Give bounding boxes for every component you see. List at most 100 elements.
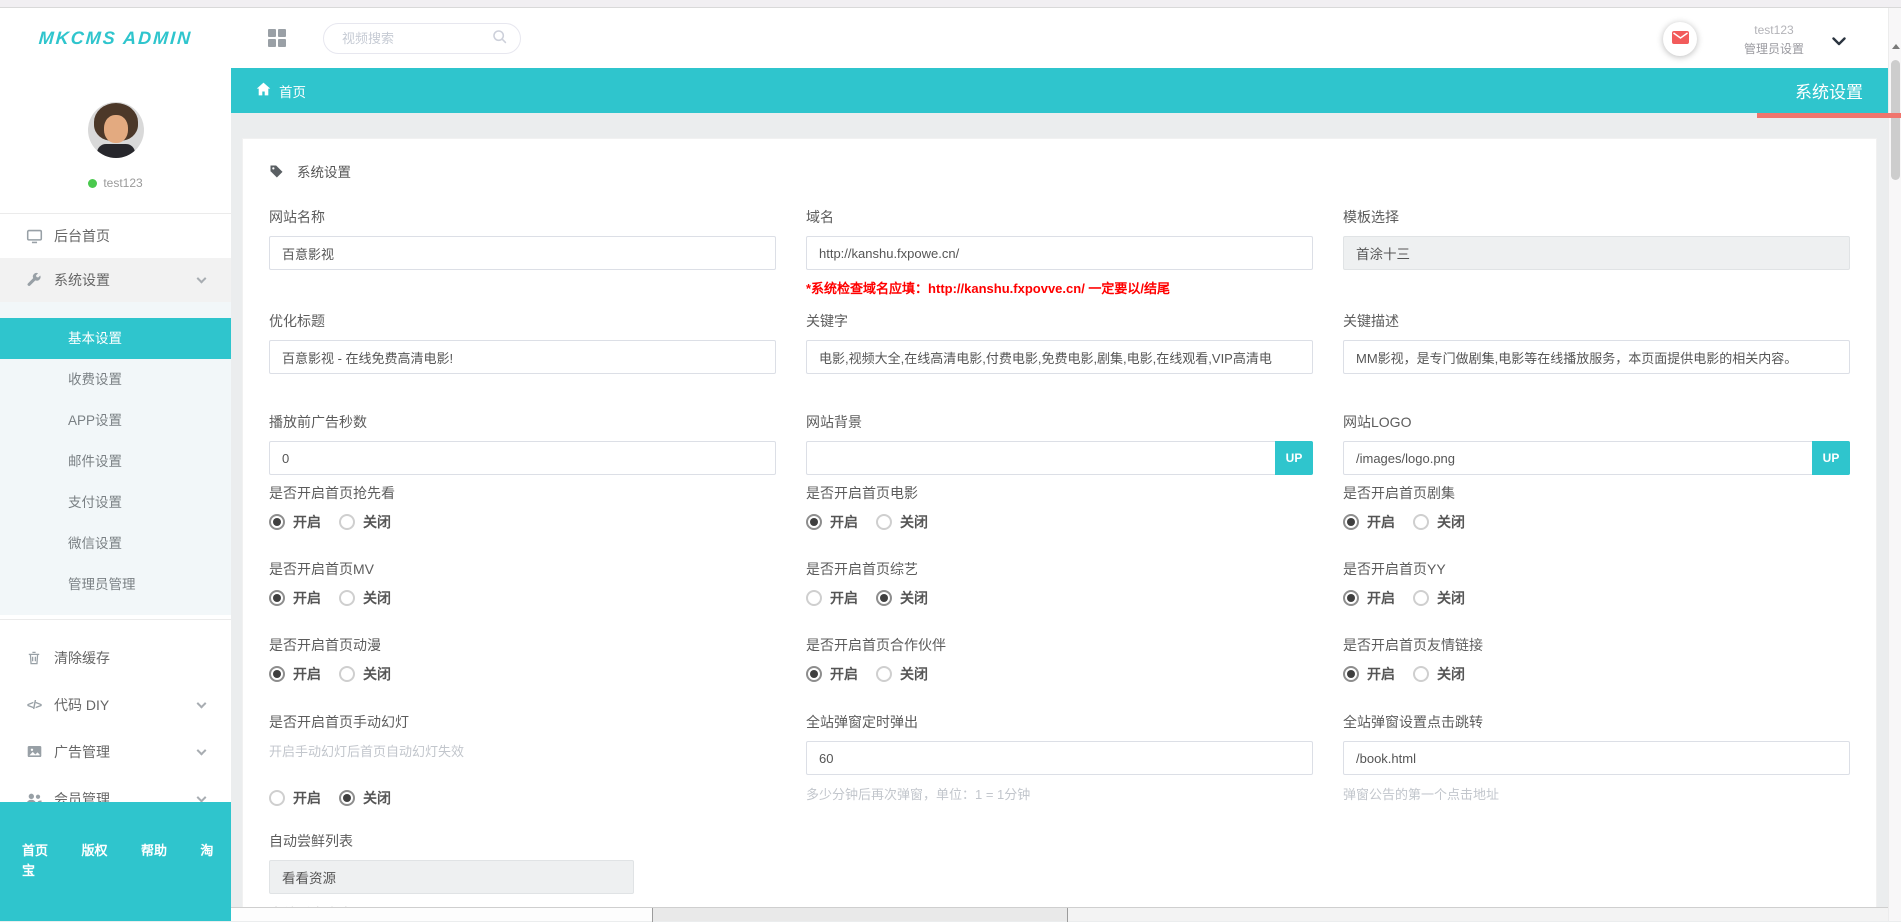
field-label: 是否开启首页动漫	[269, 635, 776, 655]
radio-off-label[interactable]: 关闭	[900, 588, 928, 608]
field-label: 网站背景	[806, 412, 1313, 432]
radio-on[interactable]	[269, 590, 285, 606]
radio-off[interactable]	[876, 666, 892, 682]
radio-on[interactable]	[806, 514, 822, 530]
footer-link-help[interactable]: 帮助	[141, 843, 167, 858]
radio-on-label[interactable]: 开启	[293, 788, 321, 808]
radio-on[interactable]	[1343, 590, 1359, 606]
seo-title-input[interactable]	[269, 340, 776, 374]
field-site-bg: 网站背景 UP	[806, 412, 1313, 475]
radio-off[interactable]	[339, 514, 355, 530]
breadcrumb-bar: 首页 系统设置	[231, 68, 1888, 113]
field-hint: 开启手动幻灯后首页自动幻灯失效	[269, 741, 776, 760]
radio-off[interactable]	[339, 666, 355, 682]
radio-off-label[interactable]: 关闭	[363, 788, 391, 808]
trash-icon	[25, 649, 43, 667]
sidebar-item-label: 系统设置	[54, 270, 110, 290]
submenu-item-admin-manage[interactable]: 管理员管理	[0, 564, 231, 605]
radio-on-label[interactable]: 开启	[1367, 588, 1395, 608]
radio-off[interactable]	[1413, 590, 1429, 606]
form-row: 是否开启首页手动幻灯 开启手动幻灯后首页自动幻灯失效 开启 关闭 全站弹窗定时弹…	[269, 712, 1850, 808]
user-menu[interactable]: test123 管理员设置	[1744, 23, 1804, 57]
site-bg-input[interactable]	[806, 441, 1313, 475]
field-label: 是否开启首页合作伙伴	[806, 635, 1313, 655]
scrollbar-thumb[interactable]	[1891, 60, 1900, 180]
sidebar-item-system-settings[interactable]: 系统设置	[0, 258, 231, 302]
radio-off-label[interactable]: 关闭	[900, 512, 928, 532]
field-label: 是否开启首页手动幻灯	[269, 712, 776, 732]
radio-on-label[interactable]: 开启	[830, 588, 858, 608]
field-domain: 域名 *系统检查域名应填：http://kanshu.fxpovve.cn/ 一…	[806, 207, 1313, 297]
chevron-down-icon	[197, 745, 207, 755]
radio-off[interactable]	[339, 590, 355, 606]
radio-off-label[interactable]: 关闭	[900, 664, 928, 684]
submenu-item-fee-settings[interactable]: 收费设置	[0, 359, 231, 400]
radio-off-label[interactable]: 关闭	[1437, 512, 1465, 532]
radio-off-label[interactable]: 关闭	[1437, 664, 1465, 684]
section-underline	[1757, 113, 1901, 118]
site-logo-input[interactable]	[1343, 441, 1850, 475]
bottom-strip-tick	[652, 908, 653, 922]
apps-grid-icon[interactable]	[268, 29, 286, 47]
bottom-strip-tick	[1067, 908, 1068, 922]
submenu-item-app-settings[interactable]: APP设置	[0, 400, 231, 441]
radio-off[interactable]	[339, 790, 355, 806]
radio-off[interactable]	[1413, 666, 1429, 682]
sidebar-item-clear-cache[interactable]: 清除缓存	[0, 634, 231, 681]
radio-on[interactable]	[1343, 666, 1359, 682]
sidebar-item-dashboard[interactable]: 后台首页	[0, 214, 231, 258]
fresh-list-select[interactable]: 看看资源	[269, 860, 634, 894]
page-scrollbar[interactable]	[1888, 8, 1901, 921]
radio-on-label[interactable]: 开启	[293, 588, 321, 608]
radio-group-home-yy: 开启 关闭	[1343, 588, 1850, 608]
keywords-input[interactable]	[806, 340, 1313, 374]
radio-on-label[interactable]: 开启	[1367, 664, 1395, 684]
popup-link-input[interactable]	[1343, 741, 1850, 775]
radio-off-label[interactable]: 关闭	[363, 664, 391, 684]
submenu-item-basic-settings[interactable]: 基本设置	[0, 318, 231, 359]
domain-input[interactable]	[806, 236, 1313, 270]
ad-seconds-input[interactable]	[269, 441, 776, 475]
radio-off[interactable]	[1413, 514, 1429, 530]
mail-button[interactable]	[1663, 22, 1697, 56]
field-fresh-list: 自动尝鲜列表 看看资源	[269, 831, 776, 894]
radio-on[interactable]	[1343, 514, 1359, 530]
radio-on-label[interactable]: 开启	[293, 664, 321, 684]
field-label: 是否开启首页YY	[1343, 559, 1850, 579]
site-logo-upload-button[interactable]: UP	[1812, 441, 1850, 475]
footer-link-copyright[interactable]: 版权	[81, 843, 107, 858]
field-home-preview: 是否开启首页抢先看 开启 关闭	[269, 483, 776, 532]
radio-on[interactable]	[269, 666, 285, 682]
radio-on[interactable]	[269, 790, 285, 806]
submenu-item-pay-settings[interactable]: 支付设置	[0, 482, 231, 523]
radio-on[interactable]	[806, 666, 822, 682]
radio-on-label[interactable]: 开启	[1367, 512, 1395, 532]
chevron-down-icon	[197, 698, 207, 708]
sidebar-item-code-diy[interactable]: </> 代码 DIY	[0, 681, 231, 728]
radio-off[interactable]	[876, 590, 892, 606]
submenu-item-mail-settings[interactable]: 邮件设置	[0, 441, 231, 482]
submenu-item-wechat-settings[interactable]: 微信设置	[0, 523, 231, 564]
radio-on[interactable]	[269, 514, 285, 530]
user-chevron-down-icon[interactable]	[1832, 33, 1846, 51]
site-name-input[interactable]	[269, 236, 776, 270]
radio-off-label[interactable]: 关闭	[363, 512, 391, 532]
footer-link-home[interactable]: 首页	[22, 843, 48, 858]
field-manual-slides: 是否开启首页手动幻灯 开启手动幻灯后首页自动幻灯失效 开启 关闭	[269, 712, 776, 808]
popup-interval-input[interactable]	[806, 741, 1313, 775]
radio-on[interactable]	[806, 590, 822, 606]
radio-on-label[interactable]: 开启	[830, 512, 858, 532]
breadcrumb[interactable]: 首页	[248, 81, 306, 101]
radio-off-label[interactable]: 关闭	[1437, 588, 1465, 608]
radio-on-label[interactable]: 开启	[293, 512, 321, 532]
description-input[interactable]	[1343, 340, 1850, 374]
site-bg-upload-button[interactable]: UP	[1275, 441, 1313, 475]
radio-off-label[interactable]: 关闭	[363, 588, 391, 608]
search-input[interactable]	[342, 31, 491, 46]
footer-link-taobao[interactable]: 淘宝	[22, 843, 213, 878]
radio-on-label[interactable]: 开启	[830, 664, 858, 684]
radio-off[interactable]	[876, 514, 892, 530]
sidebar-item-ads-manage[interactable]: 广告管理	[0, 728, 231, 775]
template-select[interactable]: 首涂十三	[1343, 236, 1850, 270]
scroll-up-arrow-icon[interactable]	[1889, 38, 1901, 54]
